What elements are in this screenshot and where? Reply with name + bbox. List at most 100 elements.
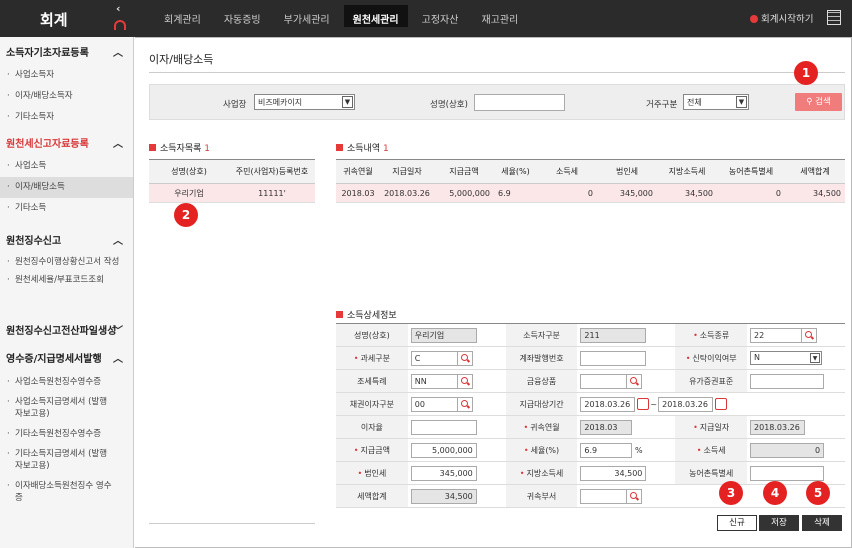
pay-amount-input[interactable]: 5,000,000 bbox=[410, 442, 477, 458]
sidebar-item[interactable]: 기타소득원천징수영수증 bbox=[0, 428, 133, 440]
field-label: • 소득세 bbox=[675, 438, 748, 462]
column-header: 주민(사업자)등록번호 bbox=[229, 159, 315, 184]
headset-icon[interactable] bbox=[114, 20, 126, 30]
sidebar-group-head[interactable]: 원천징수신고전산파일생성 ﹀ bbox=[0, 321, 133, 343]
search-panel: 사업장 비즈메카이지 ▼ 성명(상호) 거주구분 전체 ▼ ⚲ 검색 bbox=[149, 84, 845, 120]
calculator-icon[interactable] bbox=[827, 10, 841, 25]
sidebar-item[interactable]: 기타소득자 bbox=[0, 107, 133, 128]
fin-product-input[interactable] bbox=[580, 373, 628, 389]
delete-button[interactable]: 삭제 bbox=[802, 515, 842, 531]
start-guide-link[interactable]: 회계시작하기 bbox=[750, 11, 813, 25]
sidebar-item[interactable]: 사업소득원천징수영수증 bbox=[0, 376, 133, 388]
alert-icon bbox=[750, 15, 758, 23]
field-label: 조세특례 bbox=[336, 369, 408, 393]
collapse-icon[interactable]: ‹ bbox=[116, 2, 121, 15]
sidebar-group-head[interactable]: 원천징수신고 ︿ bbox=[0, 231, 133, 253]
table-row[interactable]: 우리기업 11111' bbox=[149, 183, 315, 203]
tax-class-input[interactable]: C bbox=[410, 350, 458, 366]
calendar-icon[interactable] bbox=[637, 398, 650, 410]
interest-rate-input[interactable] bbox=[410, 419, 477, 435]
sidebar-group-head[interactable]: 원천세신고자료등록 ︿ bbox=[0, 134, 133, 156]
menu-item[interactable]: 회계관리 bbox=[155, 5, 210, 27]
menu-item[interactable]: 자동증빙 bbox=[215, 5, 270, 27]
period-to-input[interactable]: 2018.03.26 bbox=[658, 396, 714, 412]
chevron-down-icon: ▼ bbox=[736, 96, 747, 108]
field-label: • 과세구분 bbox=[336, 346, 408, 370]
menu-item-active[interactable]: 원천세관리 bbox=[343, 5, 408, 27]
field-label: • 세율(%) bbox=[505, 438, 578, 462]
callout-badge: 2 bbox=[174, 203, 198, 227]
account-number-input[interactable] bbox=[580, 350, 647, 366]
sidebar-group: 영수증/지급명세서발행︿ 사업소득원천징수영수증 사업소득지급명세서 (발행자보… bbox=[0, 346, 133, 504]
sidebar-group-head[interactable]: 소득자기초자료등록 ︿ bbox=[0, 43, 133, 65]
sidebar-item[interactable]: 원천세세율/부표코드조회 bbox=[0, 274, 133, 286]
income-type-input[interactable]: 22 bbox=[750, 327, 803, 343]
sidebar-group: 원천세신고자료등록︿ 사업소득 이자/배당소득 기타소득 bbox=[0, 131, 133, 219]
search-icon[interactable] bbox=[802, 327, 818, 343]
search-icon[interactable] bbox=[457, 396, 473, 412]
menu-item[interactable]: 재고관리 bbox=[472, 5, 527, 27]
biz-select[interactable]: 비즈메카이지 ▼ bbox=[254, 94, 355, 110]
app-title: 회계 bbox=[40, 11, 68, 29]
field-label: • 소득종류 bbox=[675, 323, 748, 347]
sidebar-item-selected[interactable]: 이자/배당소득 bbox=[0, 177, 133, 198]
divider bbox=[149, 72, 845, 73]
calendar-icon[interactable] bbox=[715, 398, 728, 410]
field-label: • 지급금액 bbox=[336, 438, 408, 462]
divider bbox=[149, 523, 315, 524]
bond-input[interactable]: 00 bbox=[410, 396, 458, 412]
sidebar-item[interactable]: 이자배당소득원천징수 영수증 bbox=[0, 480, 133, 504]
trust-select[interactable]: N ▼ bbox=[750, 351, 823, 365]
income-list-title: 소득내역 1 bbox=[336, 141, 389, 154]
chevron-up-icon: ︿ bbox=[113, 236, 123, 247]
column-header: 성명(상호) bbox=[149, 159, 229, 184]
field-label: 유가증권표준 bbox=[675, 369, 748, 393]
tax-special-input[interactable]: NN bbox=[410, 373, 458, 389]
save-button[interactable]: 저장 bbox=[759, 515, 799, 531]
table-cell: 0 bbox=[717, 183, 785, 203]
field-label: • 귀속연월 bbox=[505, 415, 578, 439]
search-icon[interactable] bbox=[627, 373, 643, 389]
chevron-down-icon: ▼ bbox=[810, 353, 821, 363]
ym-field: 2018.03 bbox=[580, 419, 633, 435]
rural-tax-input[interactable] bbox=[750, 465, 825, 481]
rate-input[interactable]: 6.9 bbox=[580, 442, 633, 458]
sidebar-group: 소득자기초자료등록︿ 사업소득자 이자/배당소득자 기타소득자 bbox=[0, 43, 133, 128]
chevron-up-icon: ︿ bbox=[113, 354, 123, 365]
detail-title: 소득상세정보 bbox=[336, 308, 397, 321]
corp-tax-input[interactable]: 345,000 bbox=[410, 465, 477, 481]
section-marker-icon bbox=[336, 144, 343, 151]
local-tax-input[interactable]: 34,500 bbox=[580, 465, 647, 481]
search-button[interactable]: ⚲ 검색 bbox=[795, 93, 842, 111]
sidebar-item[interactable]: 사업소득지급명세서 (발행자보고용) bbox=[0, 396, 133, 420]
main-content: 이자/배당소득 사업장 비즈메카이지 ▼ 성명(상호) 거주구분 전체 ▼ ⚲ 검색… bbox=[135, 37, 852, 548]
menu-item[interactable]: 고정자산 bbox=[413, 5, 468, 27]
sidebar-item[interactable]: 사업소득 bbox=[0, 156, 133, 177]
chevron-down-icon: ﹀ bbox=[113, 326, 123, 337]
income-table: 귀속연월 지급일자 지급금액 세율(%) 소득세 법인세 지방소득세 농어촌특별… bbox=[336, 159, 845, 203]
field-label: 지급대상기간 bbox=[505, 392, 578, 416]
name-search-input[interactable] bbox=[474, 94, 565, 111]
section-marker-icon bbox=[149, 144, 156, 151]
sidebar-group-head[interactable]: 영수증/지급명세서발행 ︿ bbox=[0, 349, 133, 371]
table-row[interactable]: 2018.03 2018.03.26 5,000,000 6.9 0 345,0… bbox=[336, 183, 845, 203]
paydate-field: 2018.03.26 bbox=[750, 419, 806, 435]
search-icon[interactable] bbox=[457, 373, 473, 389]
field-label: • 법인세 bbox=[336, 461, 408, 485]
search-icon[interactable] bbox=[627, 488, 643, 504]
sidebar-item[interactable]: 원천징수이행상황신고서 작성 bbox=[0, 256, 133, 268]
menu-item[interactable]: 부가세관리 bbox=[275, 5, 339, 27]
period-from-input[interactable]: 2018.03.26 bbox=[580, 396, 636, 412]
new-button[interactable]: 신규 bbox=[717, 515, 757, 531]
field-label: 채권이자구분 bbox=[336, 392, 408, 416]
column-header: 지급금액 bbox=[434, 159, 494, 184]
residence-select[interactable]: 전체 ▼ bbox=[683, 94, 749, 110]
sidebar-item[interactable]: 이자/배당소득자 bbox=[0, 86, 133, 107]
sidebar-item[interactable]: 기타소득 bbox=[0, 198, 133, 219]
sidebar-item[interactable]: 기타소득지급명세서 (발행자보고용) bbox=[0, 448, 133, 472]
sidebar-item[interactable]: 사업소득자 bbox=[0, 65, 133, 86]
search-icon[interactable] bbox=[457, 350, 473, 366]
income-tax-field: 0 bbox=[750, 442, 825, 458]
securities-input[interactable] bbox=[750, 373, 825, 389]
dept-input[interactable] bbox=[580, 488, 628, 504]
